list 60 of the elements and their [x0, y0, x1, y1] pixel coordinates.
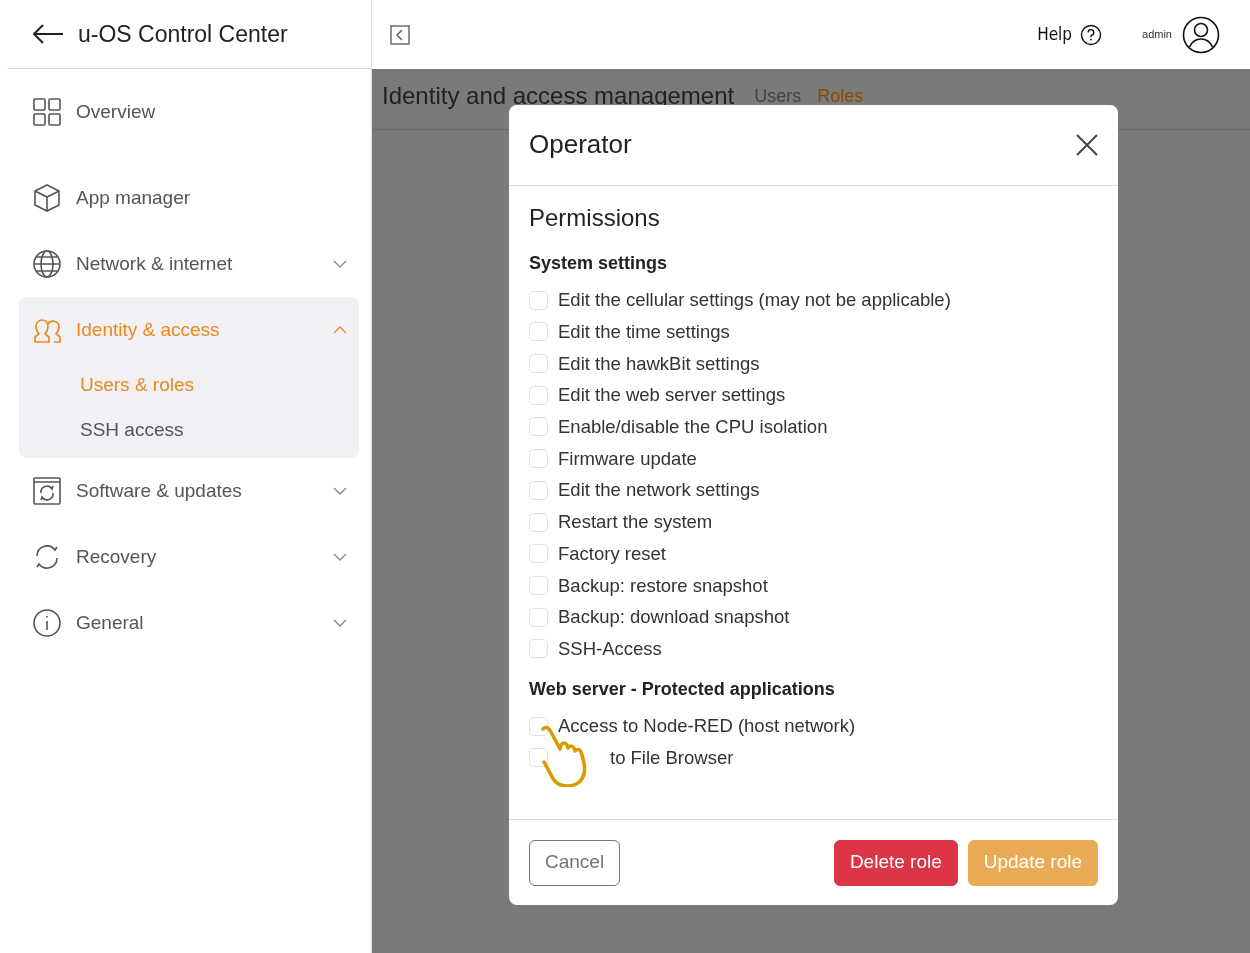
permissions-heading: Permissions: [529, 204, 661, 233]
section-heading: Web server - Protected applications: [529, 678, 836, 701]
chevron-down-icon: [333, 553, 347, 561]
permission-checkbox[interactable]: [529, 322, 548, 342]
close-icon[interactable]: [1076, 134, 1098, 156]
globe-icon: [32, 249, 62, 279]
grid-icon: [32, 97, 62, 127]
permission-label[interactable]: Edit the web server settings: [558, 381, 786, 410]
cancel-button[interactable]: Cancel: [529, 839, 621, 886]
cube-icon: [32, 183, 62, 213]
permission-checkbox[interactable]: [529, 385, 548, 405]
chevron-down-icon: [333, 487, 347, 495]
permission-checkbox[interactable]: [529, 354, 548, 374]
permission-label[interactable]: Edit the cellular settings (may not be applicable): [558, 286, 951, 315]
permission-label[interactable]: Edit the hawkBit settings: [558, 349, 760, 378]
sidebar-item[interactable]: General: [19, 590, 359, 656]
permission-label[interactable]: Edit the time settings: [558, 318, 730, 346]
sidebar-subitem[interactable]: SSH access: [19, 407, 359, 452]
permission-label[interactable]: Firmware update: [558, 444, 697, 473]
chevron-down-icon: [333, 260, 347, 268]
permission-label[interactable]: SSH-Access: [558, 634, 662, 663]
page-title: Identity and access management: [382, 81, 735, 111]
chevron-down-icon: [333, 619, 347, 627]
permission-checkbox[interactable]: [529, 575, 548, 595]
section-heading: System settings: [529, 252, 669, 275]
permission-checkbox[interactable]: [529, 748, 548, 768]
permission-label[interactable]: to File Browser: [610, 743, 734, 772]
permission-label[interactable]: Factory reset: [558, 539, 666, 568]
delete-button[interactable]: Delete role: [833, 839, 958, 886]
permission-label[interactable]: Enable/disable the CPU isolation: [558, 413, 828, 441]
help-link[interactable]: Help: [1037, 21, 1073, 48]
user-avatar-icon[interactable]: [1182, 15, 1220, 54]
permission-label[interactable]: Backup: download snapshot: [558, 603, 790, 631]
sidebar-item[interactable]: App manager: [19, 165, 359, 231]
sidebar-item[interactable]: Overview: [19, 81, 359, 143]
user-name: admin: [1142, 27, 1172, 43]
sidebar-item[interactable]: Network & internet: [19, 231, 359, 297]
permission-label[interactable]: Backup: restore snapshot: [558, 571, 768, 600]
sidebar-item[interactable]: Software & updates: [19, 458, 359, 524]
permission-checkbox[interactable]: [529, 544, 548, 564]
permission-checkbox[interactable]: [529, 449, 548, 469]
permission-checkbox[interactable]: [529, 639, 548, 659]
permission-checkbox[interactable]: [529, 480, 548, 500]
permission-label[interactable]: Restart the system: [558, 508, 713, 536]
dialog-title: Operator: [529, 129, 632, 161]
permission-label[interactable]: Edit the network settings: [558, 476, 760, 505]
permission-checkbox[interactable]: [529, 512, 548, 532]
permission-checkbox[interactable]: [529, 290, 548, 310]
permission-checkbox[interactable]: [529, 716, 548, 736]
app-title: u-OS Control Center: [78, 19, 288, 49]
info-icon: [32, 608, 62, 638]
chevron-up-icon: [333, 326, 347, 334]
permission-checkbox[interactable]: [529, 607, 548, 627]
window-sync-icon: [32, 476, 62, 506]
permission-label[interactable]: Access to Node-RED (host network): [558, 712, 856, 740]
back-arrow-icon[interactable]: [32, 24, 64, 44]
permission-checkbox[interactable]: [529, 417, 548, 437]
sidebar-item[interactable]: Recovery: [19, 524, 359, 590]
help-icon[interactable]: [1080, 23, 1103, 46]
collapse-sidebar-icon[interactable]: [390, 24, 410, 45]
